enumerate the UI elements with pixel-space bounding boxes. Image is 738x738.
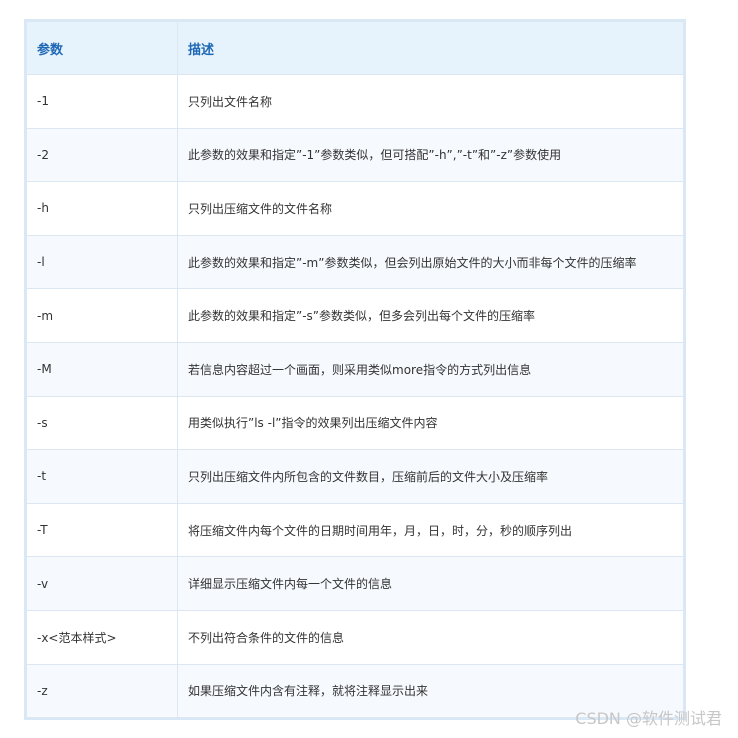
param-cell: -v	[26, 556, 178, 611]
parameter-table: 参数 描述 -1 只列出文件名称 -2 此参数的效果和指定”-1”参数类似，但可…	[26, 21, 684, 719]
param-cell: -l	[26, 234, 178, 290]
header-row: 参数 描述	[26, 21, 684, 75]
param-cell: -M	[26, 341, 178, 397]
table-row: -M 若信息内容超过一个画面，则采用类似more指令的方式列出信息	[26, 341, 684, 397]
param-cell: -s	[26, 395, 178, 451]
param-cell: -t	[26, 449, 178, 504]
table-body: -1 只列出文件名称 -2 此参数的效果和指定”-1”参数类似，但可搭配”-h”…	[26, 74, 684, 719]
param-cell: -T	[26, 502, 178, 558]
param-cell: -z	[26, 663, 178, 719]
description-cell: 只列出文件名称	[177, 74, 684, 129]
description-cell: 若信息内容超过一个画面，则采用类似more指令的方式列出信息	[177, 341, 684, 397]
table-row: -x<范本样式> 不列出符合条件的文件的信息	[26, 609, 684, 665]
description-cell: 将压缩文件内每个文件的日期时间用年，月，日，时，分，秒的顺序列出	[177, 502, 684, 558]
csdn-watermark: CSDN @软件测试君	[575, 709, 722, 728]
table-row: -1 只列出文件名称	[26, 74, 684, 129]
param-cell: -1	[26, 74, 178, 129]
description-cell: 此参数的效果和指定”-1”参数类似，但可搭配”-h”,”-t”和”-z”参数使用	[177, 127, 684, 183]
header-param: 参数	[26, 21, 178, 75]
table-row: -2 此参数的效果和指定”-1”参数类似，但可搭配”-h”,”-t”和”-z”参…	[26, 127, 684, 183]
table-row: -t 只列出压缩文件内所包含的文件数目，压缩前后的文件大小及压缩率	[26, 449, 684, 504]
table-row: -l 此参数的效果和指定”-m”参数类似，但会列出原始文件的大小而非每个文件的压…	[26, 234, 684, 290]
page: 参数 描述 -1 只列出文件名称 -2 此参数的效果和指定”-1”参数类似，但可…	[0, 0, 738, 738]
description-cell: 只列出压缩文件的文件名称	[177, 181, 684, 236]
description-cell: 用类似执行”ls -l”指令的效果列出压缩文件内容	[177, 395, 684, 451]
parameter-table-container: 参数 描述 -1 只列出文件名称 -2 此参数的效果和指定”-1”参数类似，但可…	[24, 19, 686, 721]
param-cell: -m	[26, 288, 178, 343]
table-row: -s 用类似执行”ls -l”指令的效果列出压缩文件内容	[26, 395, 684, 451]
table-header: 参数 描述	[26, 21, 684, 75]
param-cell: -h	[26, 181, 178, 236]
description-cell: 详细显示压缩文件内每一个文件的信息	[177, 556, 684, 611]
table-row: -v 详细显示压缩文件内每一个文件的信息	[26, 556, 684, 611]
param-cell: -2	[26, 127, 178, 183]
description-cell: 只列出压缩文件内所包含的文件数目，压缩前后的文件大小及压缩率	[177, 449, 684, 504]
description-cell: 此参数的效果和指定”-m”参数类似，但会列出原始文件的大小而非每个文件的压缩率	[177, 234, 684, 290]
table-row: -h 只列出压缩文件的文件名称	[26, 181, 684, 236]
header-description: 描述	[177, 21, 684, 75]
param-cell: -x<范本样式>	[26, 609, 178, 665]
table-row: -T 将压缩文件内每个文件的日期时间用年，月，日，时，分，秒的顺序列出	[26, 502, 684, 558]
description-cell: 此参数的效果和指定”-s”参数类似，但多会列出每个文件的压缩率	[177, 288, 684, 343]
description-cell: 不列出符合条件的文件的信息	[177, 609, 684, 665]
table-row: -m 此参数的效果和指定”-s”参数类似，但多会列出每个文件的压缩率	[26, 288, 684, 343]
